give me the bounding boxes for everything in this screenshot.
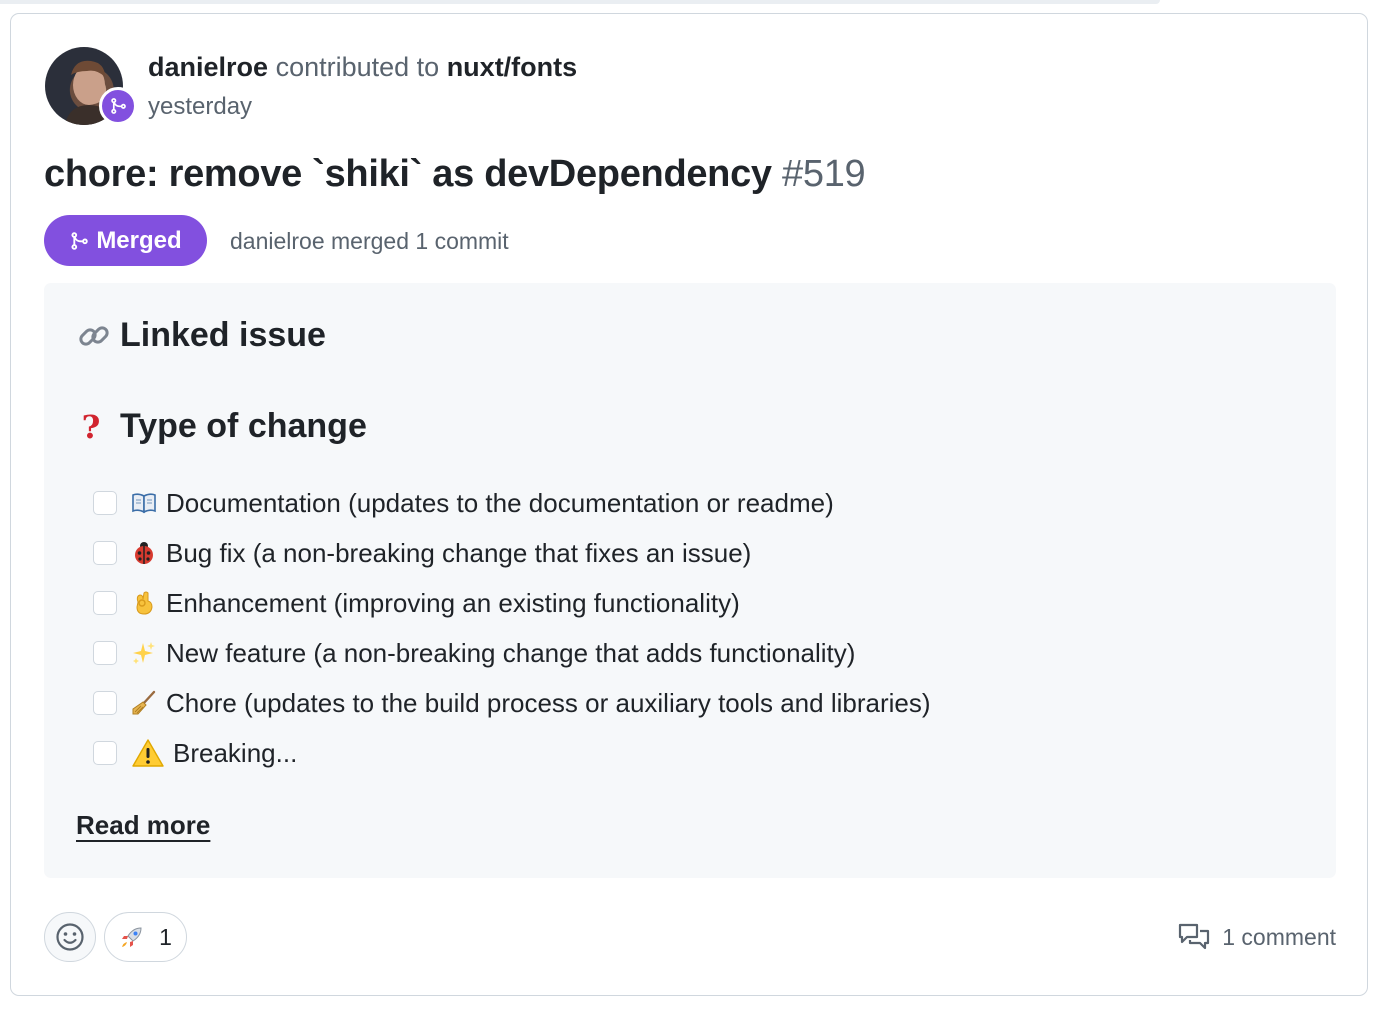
task-list: Documentation (updates to the documentat… — [93, 478, 931, 778]
pr-title-text[interactable]: chore: remove `shiki` as devDependency — [44, 153, 772, 195]
rocket-reaction-button[interactable]: 1 — [104, 912, 187, 962]
event-time: yesterday — [148, 93, 253, 120]
task-checkbox[interactable] — [93, 591, 117, 615]
event-header: danielroe contributed to nuxt/fonts — [148, 52, 577, 82]
task-checkbox[interactable] — [93, 491, 117, 515]
add-reaction-button[interactable] — [44, 912, 96, 962]
merge-meta: danielroe merged 1 commit — [230, 228, 509, 254]
comments-link[interactable]: 1 comment — [1178, 922, 1336, 952]
task-checkbox[interactable] — [93, 691, 117, 715]
task-item: Chore (updates to the build process or a… — [93, 678, 931, 728]
rocket-count: 1 — [159, 923, 172, 950]
linked-issue-text: Linked issue — [120, 316, 326, 354]
git-merge-icon — [99, 87, 137, 125]
type-of-change-heading: ? Type of change — [76, 407, 367, 446]
merged-label: Merged — [96, 226, 182, 254]
read-more-link[interactable]: Read more — [76, 810, 210, 841]
smiley-icon — [56, 923, 84, 951]
broom-icon — [131, 690, 157, 716]
warning-icon — [131, 739, 165, 767]
top-divider — [0, 0, 1160, 4]
actor-link[interactable]: danielroe — [148, 52, 268, 82]
question-mark-icon: ? — [81, 407, 101, 446]
task-label: Bug fix (a non-breaking change that fixe… — [166, 537, 752, 568]
task-item: Bug fix (a non-breaking change that fixe… — [93, 528, 931, 578]
ok-hand-icon — [131, 590, 157, 616]
ladybug-icon — [131, 540, 157, 566]
task-label: Chore (updates to the build process or a… — [166, 687, 931, 718]
linked-issue-heading: Linked issue — [76, 316, 326, 355]
task-checkbox[interactable] — [93, 541, 117, 565]
task-item: Documentation (updates to the documentat… — [93, 478, 931, 528]
link-icon — [79, 325, 109, 346]
task-label: Enhancement (improving an existing funct… — [166, 587, 740, 618]
task-checkbox[interactable] — [93, 741, 117, 765]
pr-title[interactable]: chore: remove `shiki` as devDependency #… — [44, 152, 866, 196]
task-label: New feature (a non-breaking change that … — [166, 637, 856, 668]
book-icon — [131, 490, 157, 516]
comment-discussion-icon — [1179, 923, 1210, 950]
merged-badge: Merged — [44, 215, 207, 266]
repo-link[interactable]: nuxt/fonts — [447, 52, 577, 82]
task-item: Enhancement (improving an existing funct… — [93, 578, 931, 628]
event-verb: contributed to — [275, 52, 440, 82]
task-item: New feature (a non-breaking change that … — [93, 628, 931, 678]
task-checkbox[interactable] — [93, 641, 117, 665]
git-merge-icon — [71, 231, 89, 250]
rocket-icon — [122, 927, 142, 947]
pr-number[interactable]: #519 — [782, 153, 866, 195]
task-item: Breaking... — [93, 728, 931, 778]
sparkles-icon — [131, 640, 157, 666]
type-of-change-text: Type of change — [120, 407, 367, 445]
task-label: Breaking... — [173, 737, 298, 768]
task-label: Documentation (updates to the documentat… — [166, 487, 834, 518]
comments-label[interactable]: 1 comment — [1222, 924, 1336, 951]
